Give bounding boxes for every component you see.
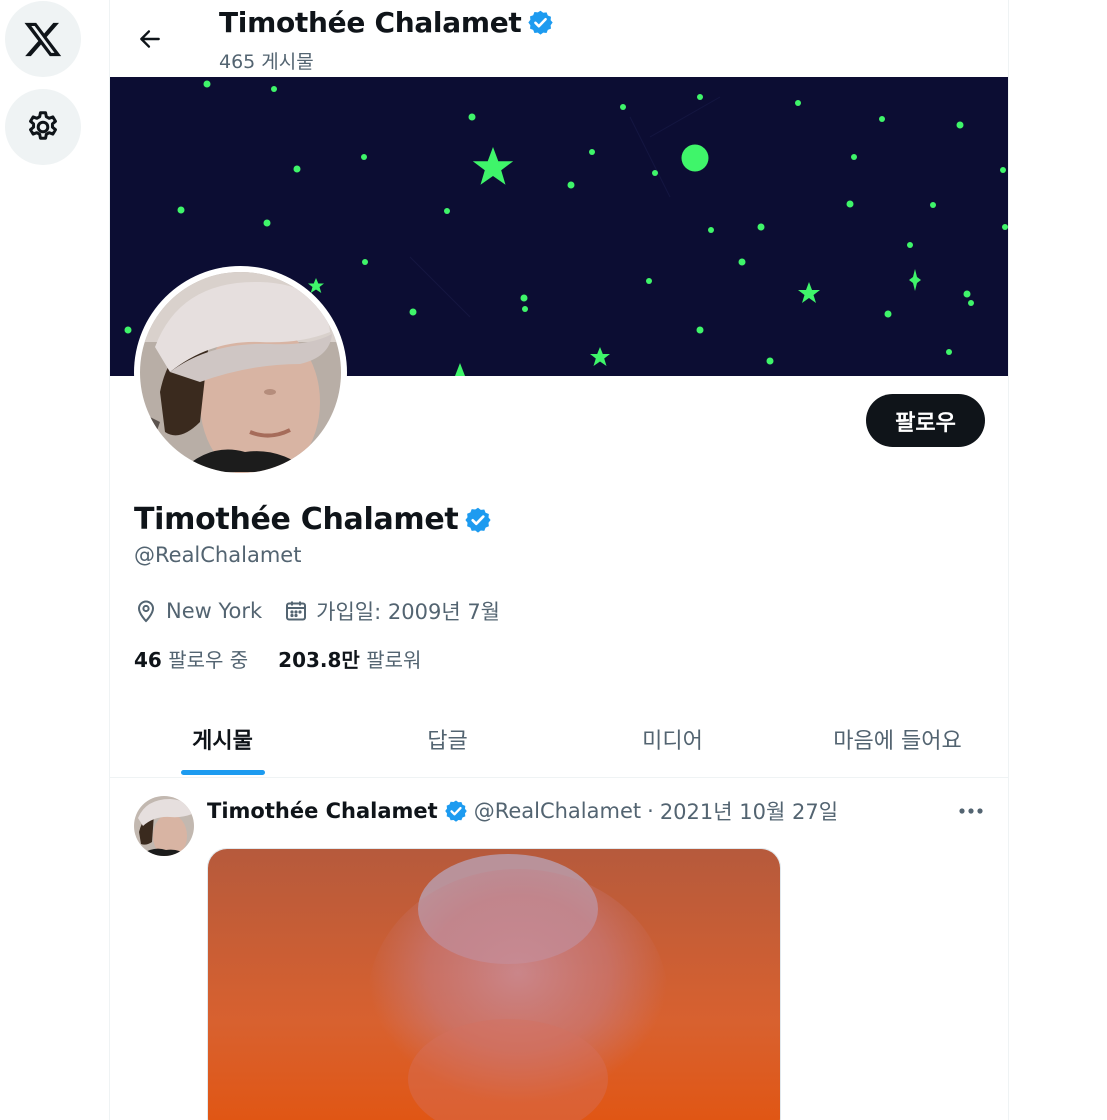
tab-replies[interactable]: 답글: [335, 700, 560, 777]
x-logo-icon: [24, 22, 62, 57]
profile-top-bar: Timothée Chalamet 465 게시물: [110, 0, 1008, 77]
tab-label: 답글: [427, 728, 468, 754]
active-tab-indicator: [180, 770, 265, 775]
header-title: Timothée Chalamet: [219, 6, 554, 39]
profile-name: Timothée Chalamet: [134, 502, 459, 537]
post-media-image[interactable]: [207, 848, 781, 1120]
tab-posts[interactable]: 게시물: [110, 700, 335, 777]
profile-join-date: 가입일: 2009년 7월: [284, 596, 500, 626]
tab-label: 미디어: [642, 728, 703, 754]
verified-badge-icon: [528, 10, 554, 35]
calendar-icon: [286, 601, 307, 621]
post-more-button[interactable]: [954, 798, 988, 824]
header-post-count: 465 게시물: [219, 51, 314, 73]
post-author-handle[interactable]: @RealChalamet: [474, 799, 641, 823]
tab-likes[interactable]: 마음에 들어요: [785, 700, 1008, 777]
followers-count: 203.8만: [278, 648, 360, 672]
location-text: New York: [166, 599, 263, 623]
followers-link[interactable]: 203.8만 팔로워: [278, 644, 421, 673]
profile-handle: @RealChalamet: [134, 543, 302, 567]
gear-icon: [29, 111, 57, 140]
post-author-name[interactable]: Timothée Chalamet: [207, 799, 438, 823]
back-button[interactable]: [132, 21, 168, 57]
settings-button[interactable]: [5, 89, 81, 165]
header-name: Timothée Chalamet: [219, 6, 522, 39]
follow-button[interactable]: 팔로우: [866, 394, 985, 447]
verified-badge-icon: [465, 507, 492, 533]
arrow-left-icon: [140, 30, 160, 48]
profile-location: New York: [134, 599, 262, 623]
post-date[interactable]: 2021년 10월 27일: [660, 796, 838, 826]
following-label: 팔로우 중: [168, 648, 249, 672]
map-pin-icon: [137, 600, 155, 623]
x-home-button[interactable]: [5, 1, 81, 77]
followers-label: 팔로워: [366, 648, 422, 672]
post-separator: ·: [647, 799, 654, 823]
profile-stats: 46 팔로우 중 203.8만 팔로워: [134, 644, 451, 673]
following-count: 46: [134, 648, 162, 672]
post-author-avatar[interactable]: [134, 796, 194, 856]
post-header: Timothée Chalamet @RealChalamet · 2021년 …: [207, 796, 838, 826]
following-link[interactable]: 46 팔로우 중: [134, 644, 248, 673]
profile-avatar[interactable]: [134, 266, 347, 479]
tab-label: 게시물: [192, 728, 253, 754]
profile-column: Timothée Chalamet 465 게시물 팔로우 Timothée C…: [109, 0, 1009, 1120]
join-date-text: 가입일: 2009년 7월: [316, 600, 501, 624]
profile-tabs: 게시물 답글 미디어 마음에 들어요: [110, 700, 1008, 778]
more-horizontal-icon: [959, 808, 983, 814]
profile-meta: New York 가입일: 2009년 7월: [134, 596, 522, 626]
tab-media[interactable]: 미디어: [560, 700, 785, 777]
tab-label: 마음에 들어요: [833, 728, 962, 754]
post-item[interactable]: Timothée Chalamet @RealChalamet · 2021년 …: [110, 778, 1008, 1120]
profile-name-row: Timothée Chalamet: [134, 502, 492, 537]
verified-badge-icon: [444, 800, 467, 822]
